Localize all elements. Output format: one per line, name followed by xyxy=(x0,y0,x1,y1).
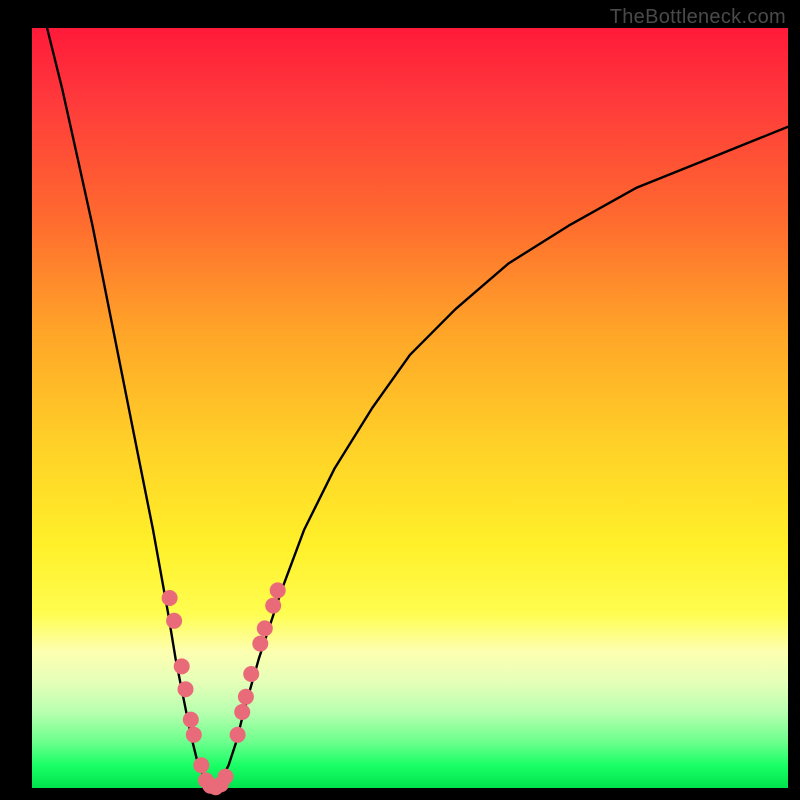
marker-point xyxy=(265,598,281,614)
marker-point xyxy=(218,769,234,785)
curve-layer xyxy=(0,0,800,800)
marker-point xyxy=(243,666,259,682)
marker-point xyxy=(234,704,250,720)
marker-point xyxy=(252,636,268,652)
marker-point xyxy=(186,727,202,743)
marker-point xyxy=(238,689,254,705)
marker-point xyxy=(162,590,178,606)
marker-point xyxy=(193,757,209,773)
curve-right-curve xyxy=(213,127,788,788)
watermark-text: TheBottleneck.com xyxy=(610,6,786,29)
marker-point xyxy=(166,613,182,629)
curve-left-curve xyxy=(47,28,213,788)
marker-point xyxy=(174,658,190,674)
marker-point xyxy=(178,681,194,697)
chart-frame: TheBottleneck.com xyxy=(0,0,800,800)
marker-point xyxy=(230,727,246,743)
marker-point xyxy=(257,620,273,636)
marker-point xyxy=(270,582,286,598)
marker-point xyxy=(183,712,199,728)
